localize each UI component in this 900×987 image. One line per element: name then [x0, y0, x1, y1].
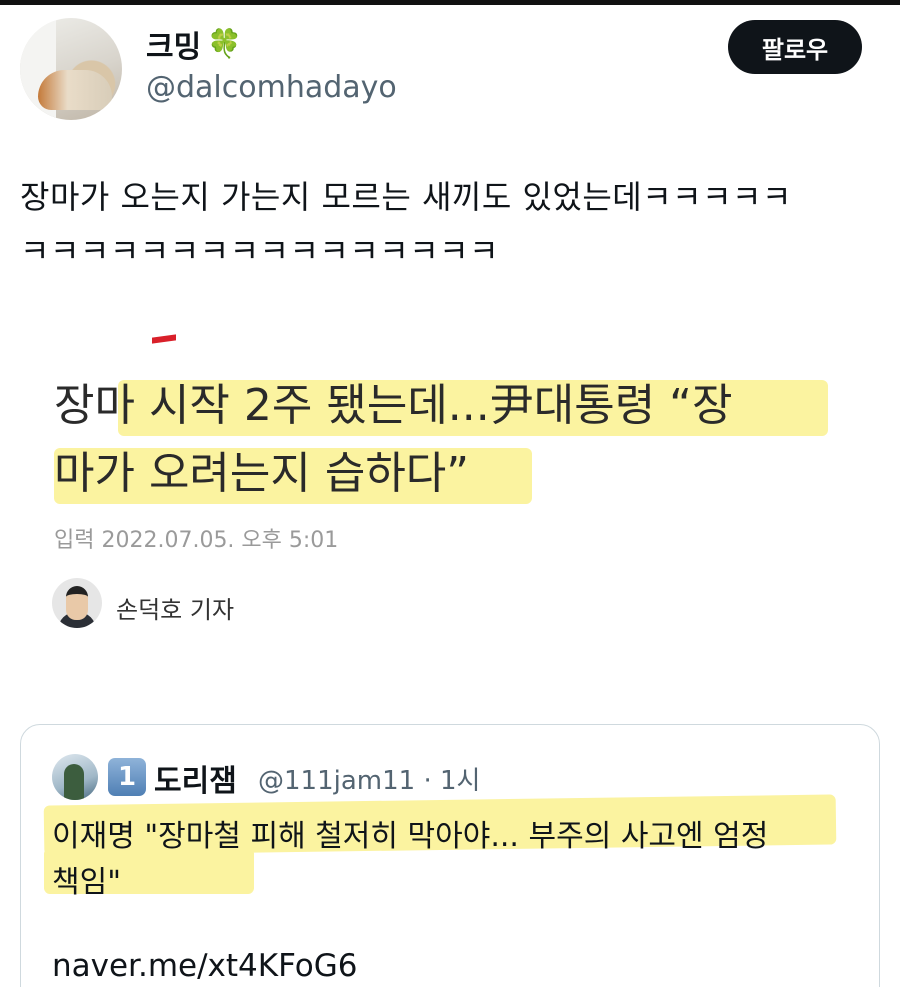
quoted-text-line: 이재명 "장마철 피해 철저히 막아야... 부주의 사고엔 엄정: [52, 819, 769, 854]
quoted-tweet-handle-time: @111jam11 · 1시: [258, 766, 481, 796]
follow-button[interactable]: 팔로우: [728, 20, 862, 74]
tweet-text-line: 장마가 오는지 가는지 모르는 새끼도 있었는데ㅋㅋㅋㅋㅋ: [20, 178, 792, 216]
headline-line: 장마 시작 2주 됐는데...尹대통령 “장: [54, 380, 733, 431]
article-date: 입력 2022.07.05. 오후 5:01: [54, 528, 339, 553]
tweet-text: 장마가 오는지 가는지 모르는 새끼도 있었는데ㅋㅋㅋㅋㅋ ㅋㅋㅋㅋㅋㅋㅋㅋㅋㅋ…: [20, 170, 880, 278]
tweet-screenshot: 크밍 🍀 @dalcomhadayo 팔로우 장마가 오는지 가는지 모르는 새…: [0, 0, 900, 987]
quoted-text-line: 책임": [52, 865, 121, 900]
reporter-avatar: [52, 578, 102, 628]
tweet-text-line: ㅋㅋㅋㅋㅋㅋㅋㅋㅋㅋㅋㅋㅋㅋㅋㅋ: [20, 232, 500, 270]
display-name[interactable]: 크밍 🍀: [146, 22, 242, 66]
reporter-name: 손덕호 기자: [116, 596, 235, 624]
user-handle[interactable]: @dalcomhadayo: [146, 70, 397, 105]
news-headline: 장마 시작 2주 됐는데...尹대통령 “장 마가 오려는지 습하다”: [54, 372, 874, 508]
clover-icon: 🍀: [207, 27, 243, 60]
headline-line: 마가 오려는지 습하다”: [54, 448, 470, 499]
avatar-cat: [38, 70, 112, 110]
quoted-tweet-link[interactable]: naver.me/xt4KFoG6: [52, 948, 358, 984]
display-name-text: 크밍: [146, 30, 202, 65]
avatar[interactable]: [20, 18, 122, 120]
top-border: [0, 0, 900, 5]
quoted-tweet-text: 이재명 "장마철 피해 철저히 막아야... 부주의 사고엔 엄정 책임": [52, 814, 852, 906]
quoted-tweet-avatar[interactable]: [52, 754, 98, 800]
number-one-badge-icon: 1: [108, 758, 146, 796]
news-accent-mark: [152, 334, 176, 344]
quoted-tweet-name[interactable]: 도리잼: [154, 756, 237, 800]
